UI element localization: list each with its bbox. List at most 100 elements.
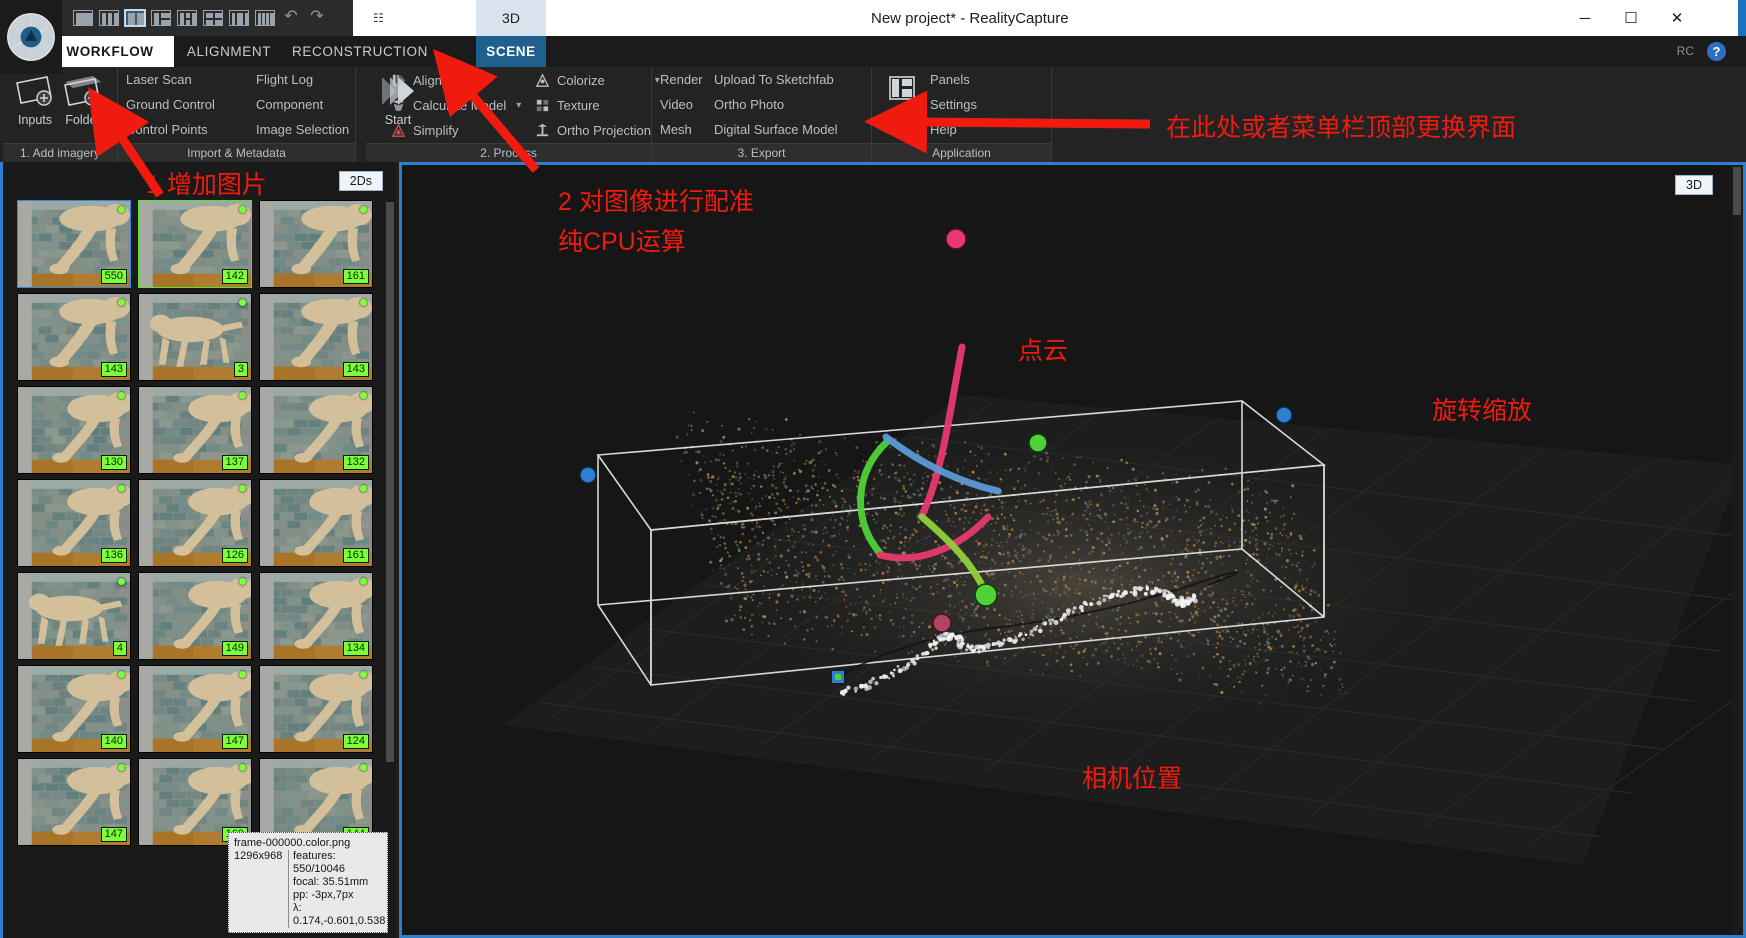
ribbon-item-label: Digital Surface Model <box>714 122 838 137</box>
image-thumbnail[interactable]: 147 <box>138 665 252 753</box>
image-thumbnail[interactable]: 130 <box>17 386 131 474</box>
feature-count-badge: 3 <box>234 362 248 377</box>
ribbon-item-calculate-model[interactable]: Calculate Model ▾ <box>390 97 521 114</box>
image-thumbnail[interactable]: 142 <box>138 200 252 288</box>
feature-count-badge: 143 <box>101 362 127 377</box>
image-panel-scrollbar[interactable] <box>384 200 396 938</box>
ribbon-item-ground-control[interactable]: Ground Control <box>126 97 215 112</box>
ribbon-tab-workflow[interactable]: WORKFLOW <box>46 36 174 67</box>
image-thumbnail[interactable]: 147 <box>17 758 131 846</box>
layout-single-button[interactable] <box>73 10 93 26</box>
ribbon-item-upload-to-sketchfab[interactable]: Upload To Sketchfab <box>714 72 834 87</box>
ribbon-group-application: Layout▾Panels Settings Help Application <box>872 67 1052 162</box>
view-mode-3d-button[interactable]: 3D <box>1675 175 1713 195</box>
minimize-button[interactable]: ─ <box>1562 0 1608 36</box>
feature-count-badge: 136 <box>101 548 127 563</box>
layout-wide-center-button[interactable] <box>229 10 249 26</box>
viewport-tab-3d[interactable]: 3D <box>476 0 546 36</box>
ribbon-tab-alignment[interactable]: ALIGNMENT <box>174 36 284 67</box>
feature-count-badge: 550 <box>101 269 127 284</box>
ribbon-item-panels[interactable]: Panels <box>930 72 970 87</box>
image-thumbnail[interactable]: 126 <box>138 479 252 567</box>
ribbon-item-ortho-photo[interactable]: Ortho Photo <box>714 97 784 112</box>
inputs-label: Inputs <box>18 113 52 127</box>
viewport-scrollbar-thumb[interactable] <box>1733 167 1741 215</box>
tooltip-features: features: 550/10046 <box>293 850 385 876</box>
chevron-down-icon[interactable]: ▾ <box>901 123 906 134</box>
help-icon[interactable]: ? <box>1707 42 1726 61</box>
image-thumbnail[interactable]: 4 <box>17 572 131 660</box>
close-button[interactable]: ✕ <box>1654 0 1700 36</box>
layout-two-pane-button[interactable] <box>125 10 145 26</box>
chevron-down-icon[interactable]: ▾ <box>516 100 521 111</box>
ribbon-item-simplify[interactable]: Simplify <box>390 122 459 139</box>
3d-viewport[interactable]: 3D <box>399 162 1746 938</box>
ribbon-group-title: Import & Metadata <box>118 143 355 162</box>
ribbon-item-texture[interactable]: Texture <box>534 97 600 114</box>
ribbon-item-control-points[interactable]: Control Points <box>126 122 208 137</box>
feature-count-badge: 142 <box>222 269 248 284</box>
feature-count-badge: 147 <box>101 827 127 842</box>
image-thumbnail[interactable]: 132 <box>259 386 373 474</box>
scrollbar-thumb[interactable] <box>386 202 394 762</box>
ribbon-group-import-metadata: Laser Scan Flight Log Ground Control Compon… <box>118 67 356 162</box>
ribbon-item-ortho-projection[interactable]: Ortho Projection <box>534 122 651 139</box>
ribbon-item-label: Calculate Model <box>413 98 506 113</box>
folder-button[interactable]: Folder <box>57 71 109 141</box>
image-thumbnail[interactable]: 149 <box>138 572 252 660</box>
ribbon-item-render[interactable]: Render <box>660 72 703 87</box>
inputs-button[interactable]: Inputs <box>9 71 61 141</box>
ribbon-item-label: Control Points <box>126 122 208 137</box>
redo-icon[interactable]: ↷ <box>307 8 327 28</box>
3d-scene[interactable] <box>402 165 1743 935</box>
ribbon-item-laser-scan[interactable]: Laser Scan <box>126 72 192 87</box>
feature-count-badge: 143 <box>343 362 369 377</box>
feature-count-badge: 132 <box>343 455 369 470</box>
layout-split-mixed-button[interactable] <box>177 10 197 26</box>
ribbon-item-video[interactable]: Video <box>660 97 693 112</box>
ribbon-item-align-images[interactable]: Align Images <box>390 72 488 89</box>
image-thumbnail[interactable]: 134 <box>259 572 373 660</box>
image-thumbnail[interactable]: 140 <box>17 665 131 753</box>
image-thumbnail[interactable]: 136 <box>17 479 131 567</box>
image-thumbnail[interactable]: 143 <box>17 293 131 381</box>
image-thumbnail[interactable]: 161 <box>259 200 373 288</box>
layout-grid-2x2-button[interactable] <box>203 10 223 26</box>
ribbon-item-component[interactable]: Component <box>256 97 323 112</box>
image-thumbnail[interactable]: 161 <box>259 479 373 567</box>
ribbon-item-label: Texture <box>557 98 600 113</box>
image-thumbnail[interactable]: 3 <box>138 293 252 381</box>
realitycapture-aperture-icon <box>5 11 57 63</box>
view-mode-2ds-button[interactable]: 2Ds <box>339 171 383 191</box>
image-thumbnail[interactable]: 550 <box>17 200 131 288</box>
ribbon-item-help[interactable]: Help <box>930 122 957 137</box>
aligned-status-dot-icon <box>239 206 246 213</box>
ribbon-item-settings[interactable]: Settings <box>930 97 977 112</box>
tooltip-focal: focal: 35.51mm <box>293 876 385 889</box>
image-thumbnail[interactable]: 124 <box>259 665 373 753</box>
camera-origin-marker <box>832 671 844 683</box>
layout-left-list-button[interactable] <box>151 10 171 26</box>
quick-access-arrow-icon: ☷ <box>373 11 384 25</box>
image-thumbnail[interactable]: 143 <box>259 293 373 381</box>
aligned-status-dot-icon <box>360 671 367 678</box>
app-logo[interactable] <box>0 0 62 74</box>
viewport-scrollbar[interactable] <box>1731 165 1743 935</box>
ribbon-tab-reconstruction[interactable]: RECONSTRUCTION <box>284 36 436 67</box>
undo-icon[interactable]: ↶ <box>281 8 301 28</box>
tooltip-resolution: 1296x968 <box>234 850 284 928</box>
ribbon-item-flight-log[interactable]: Flight Log <box>256 72 313 87</box>
ribbon-item-digital-surface-model[interactable]: Digital Surface Model <box>714 122 838 137</box>
image-list-panel: 2Ds 550142161143314313013713213612616141… <box>0 162 396 938</box>
quick-access-overflow[interactable]: ☷ <box>353 0 476 36</box>
maximize-button[interactable]: ☐ <box>1608 0 1654 36</box>
layout-three-columns-button[interactable] <box>99 10 119 26</box>
ribbon-item-colorize[interactable]: Colorize▾ <box>534 72 660 89</box>
ribbon-item-image-selection[interactable]: Image Selection <box>256 122 349 137</box>
layout-four-columns-button[interactable] <box>255 10 275 26</box>
ribbon-group-title: Application <box>872 143 1051 162</box>
image-thumbnail[interactable]: 137 <box>138 386 252 474</box>
ribbon-item-mesh[interactable]: Mesh <box>660 122 692 137</box>
ribbon-tab-scene[interactable]: SCENE <box>476 36 546 67</box>
layout-button[interactable]: Layout▾ <box>876 69 928 139</box>
